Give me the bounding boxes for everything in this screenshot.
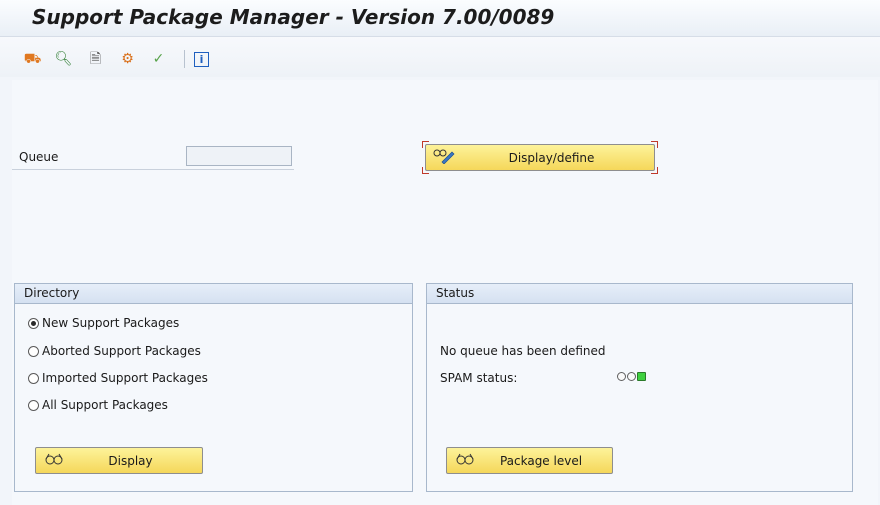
radio-imported-support-packages[interactable]: Imported Support Packages	[28, 371, 208, 385]
queue-input[interactable]	[186, 146, 292, 166]
display-define-button[interactable]: Display/define	[425, 144, 655, 171]
spam-status-traffic-light	[617, 372, 647, 381]
radio-button[interactable]	[28, 345, 39, 357]
radio-label: New Support Packages	[42, 316, 180, 330]
title-bar: Support Package Manager - Version 7.00/0…	[0, 0, 880, 37]
package-level-button[interactable]: Package level	[446, 447, 613, 474]
check-pencil-icon[interactable]: ✓	[150, 51, 167, 67]
radio-label: Imported Support Packages	[42, 371, 208, 385]
transport-truck-icon[interactable]: ⛟	[24, 51, 42, 67]
queue-label: Queue	[19, 150, 59, 164]
radio-aborted-support-packages[interactable]: Aborted Support Packages	[28, 344, 201, 358]
glasses-icon	[454, 452, 476, 470]
radio-button[interactable]	[28, 317, 39, 329]
status-header: Status	[427, 284, 852, 304]
magnifier-icon[interactable]: 🔍︎	[55, 51, 73, 67]
directory-header: Directory	[15, 284, 412, 304]
display-define-button-label: Display/define	[508, 150, 595, 165]
radio-button[interactable]	[28, 399, 39, 411]
display-document-icon[interactable]: 🗎	[87, 51, 104, 67]
queue-status-message: No queue has been defined	[440, 344, 606, 358]
radio-button[interactable]	[28, 372, 39, 384]
display-button[interactable]: Display	[35, 447, 203, 474]
package-level-button-label: Package level	[499, 453, 583, 468]
application-toolbar: ⛟ 🔍︎ 🗎 ⚙ ✓ i	[0, 37, 880, 77]
radio-label: Aborted Support Packages	[42, 344, 201, 358]
traffic-light-red	[617, 372, 626, 381]
radio-new-support-packages[interactable]: New Support Packages	[28, 316, 179, 330]
glasses-pencil-icon	[433, 148, 455, 168]
glasses-icon	[43, 452, 65, 470]
radio-label: All Support Packages	[42, 398, 168, 412]
traffic-light-yellow	[627, 372, 636, 381]
traffic-light-green	[637, 372, 646, 381]
package-tool-icon[interactable]: ⚙	[119, 51, 136, 67]
radio-all-support-packages[interactable]: All Support Packages	[28, 398, 168, 412]
info-icon[interactable]: i	[194, 52, 209, 67]
queue-underline	[12, 169, 294, 170]
spam-status-label: SPAM status:	[440, 371, 518, 385]
display-button-label: Display	[108, 453, 153, 468]
window-title: Support Package Manager - Version 7.00/0…	[32, 5, 555, 29]
toolbar-separator	[184, 50, 185, 68]
